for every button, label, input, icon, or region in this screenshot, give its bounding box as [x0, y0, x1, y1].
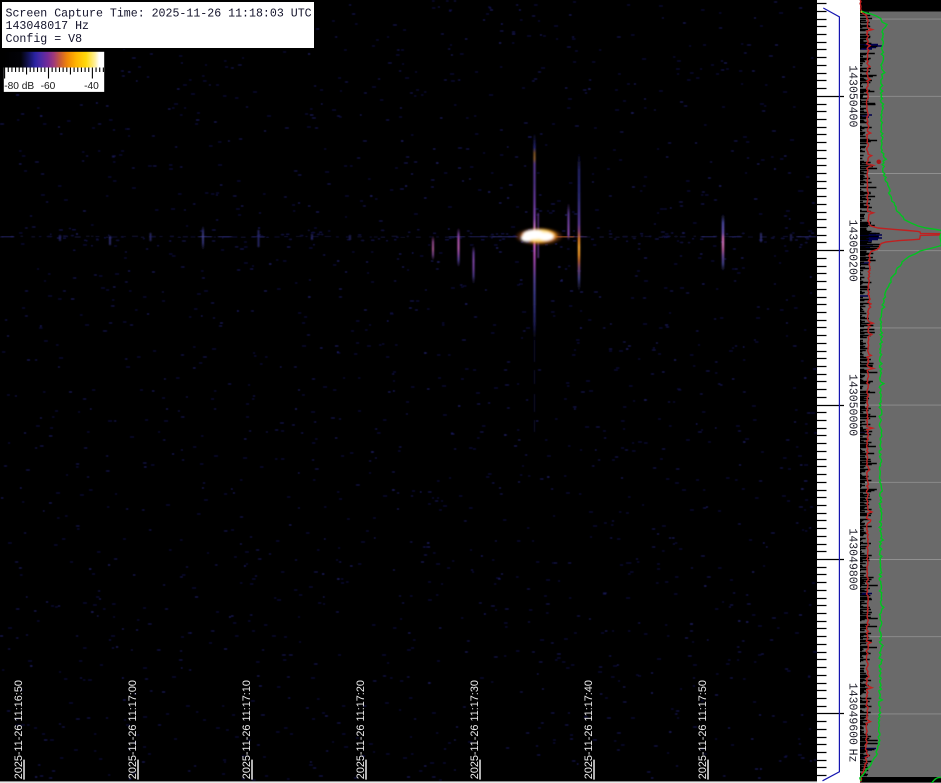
svg-text:2025-11-26 11:17:10: 2025-11-26 11:17:10 [241, 680, 253, 779]
svg-text:-80 dB: -80 dB [4, 81, 34, 92]
svg-text:2025-11-26 11:17:40: 2025-11-26 11:17:40 [583, 680, 595, 779]
svg-text:2025-11-26 11:17:30: 2025-11-26 11:17:30 [469, 680, 481, 779]
svg-text:143050000: 143050000 [845, 374, 858, 436]
svg-text:-60: -60 [41, 81, 56, 92]
svg-text:2025-11-26 11:17:50: 2025-11-26 11:17:50 [697, 680, 709, 779]
svg-text:-40: -40 [84, 81, 99, 92]
svg-text:143050200: 143050200 [845, 220, 858, 282]
svg-text:143048017 Hz: 143048017 Hz [6, 20, 90, 33]
svg-text:2025-11-26 11:16:50: 2025-11-26 11:16:50 [13, 680, 25, 779]
svg-text:143049800: 143049800 [845, 528, 858, 590]
svg-text:Config = V8: Config = V8 [6, 33, 83, 46]
svg-text:143050400: 143050400 [845, 65, 858, 127]
svg-text:Hz: Hz [845, 749, 858, 763]
svg-text:143049600: 143049600 [845, 683, 858, 745]
svg-text:2025-11-26 11:17:00: 2025-11-26 11:17:00 [127, 680, 139, 779]
svg-text:Screen Capture Time: 2025-11-2: Screen Capture Time: 2025-11-26 11:18:03… [6, 7, 312, 20]
svg-text:2025-11-26 11:17:20: 2025-11-26 11:17:20 [355, 680, 367, 779]
